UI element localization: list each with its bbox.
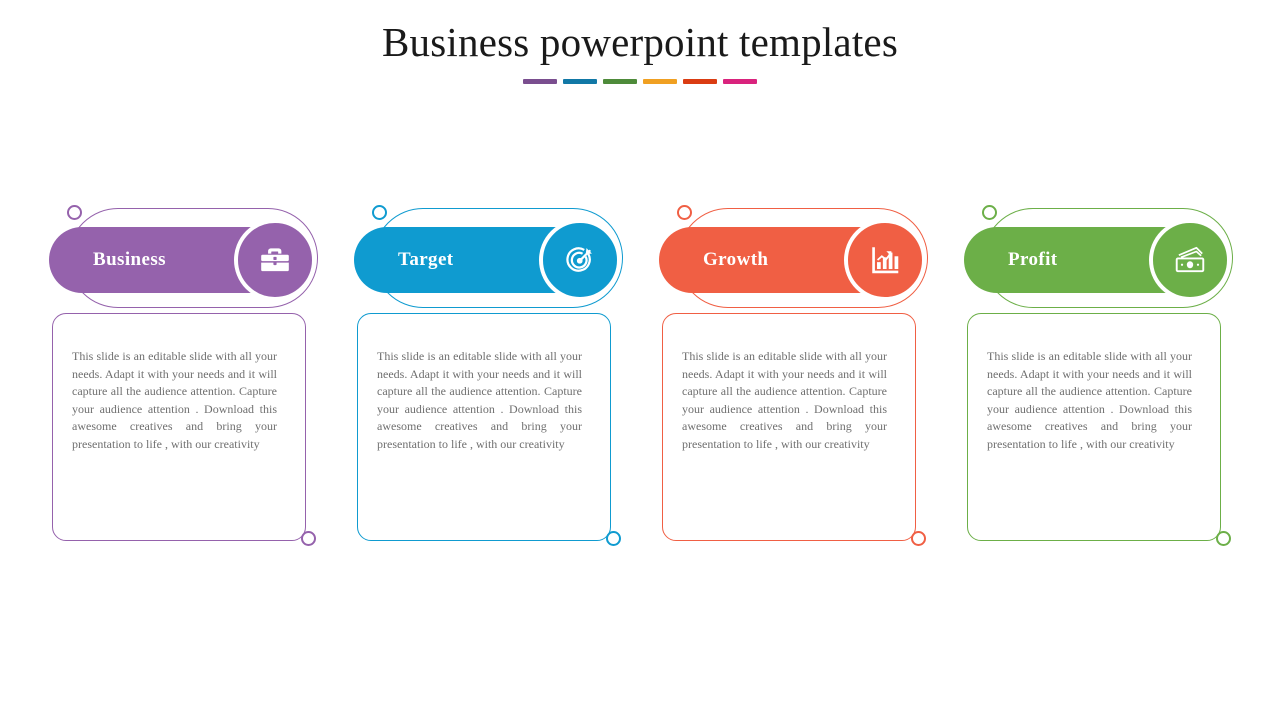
card-title: Business [93, 249, 166, 270]
slide-header: Business powerpoint templates [0, 14, 1280, 84]
card-target[interactable]: Target This slide is an editable slide w… [351, 203, 623, 548]
card-header-pill[interactable]: Business [49, 219, 316, 301]
marker-circle-top-icon [677, 205, 692, 220]
rule-bar-4 [643, 79, 677, 84]
rule-bar-5 [683, 79, 717, 84]
card-body-text: This slide is an editable slide with all… [987, 349, 1192, 451]
card-header-pill[interactable]: Growth [659, 219, 926, 301]
card-body-text: This slide is an editable slide with all… [682, 349, 887, 451]
rule-bar-3 [603, 79, 637, 84]
card-header-pill[interactable]: Profit [964, 219, 1231, 301]
marker-circle-bottom-icon [1216, 531, 1231, 546]
marker-circle-bottom-icon [606, 531, 621, 546]
card-business[interactable]: Business This slide is an editable slide… [46, 203, 318, 548]
marker-circle-top-icon [982, 205, 997, 220]
card-body-text: This slide is an editable slide with all… [72, 349, 277, 451]
marker-circle-bottom-icon [301, 531, 316, 546]
target-icon [539, 219, 621, 301]
rule-bar-6 [723, 79, 757, 84]
rule-bar-1 [523, 79, 557, 84]
page-title: Business powerpoint templates [382, 19, 898, 65]
card-body-text: This slide is an editable slide with all… [377, 349, 582, 451]
card-title: Growth [703, 249, 769, 270]
card-profit[interactable]: Profit This slide is an editable slide w… [961, 203, 1233, 548]
rule-bar-2 [563, 79, 597, 84]
marker-circle-top-icon [372, 205, 387, 220]
card-title: Profit [1008, 249, 1058, 270]
card-header-pill[interactable]: Target [354, 219, 621, 301]
card-growth[interactable]: Growth This slide is an editable slide w… [656, 203, 928, 548]
banknotes-icon [1149, 219, 1231, 301]
card-title: Target [398, 249, 454, 270]
title-underline-bars [0, 79, 1280, 84]
bar-chart-growth-icon [844, 219, 926, 301]
marker-circle-bottom-icon [911, 531, 926, 546]
marker-circle-top-icon [67, 205, 82, 220]
briefcase-icon [234, 219, 316, 301]
cards-row: Business This slide is an editable slide… [0, 203, 1280, 548]
